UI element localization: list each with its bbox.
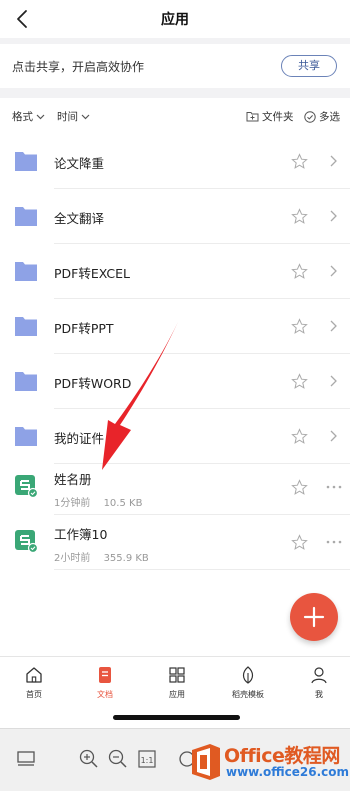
file-row[interactable]: 姓名册 1分钟前 10.5 KB: [0, 460, 350, 515]
add-fab-button[interactable]: [290, 593, 338, 641]
home-icon: [26, 667, 42, 683]
more-horizontal-icon[interactable]: [325, 534, 343, 550]
folder-name: PDF转PPT: [54, 321, 114, 336]
chevron-right-icon: [330, 430, 337, 442]
star-icon[interactable]: [291, 153, 308, 170]
multi-select-button[interactable]: 多选: [304, 109, 340, 124]
tab-apps[interactable]: 应用: [147, 665, 207, 700]
folder-icon: [15, 262, 37, 281]
time-sort-label: 时间: [57, 111, 78, 123]
watermark-url: www.office26.com: [226, 765, 350, 779]
tab-templates[interactable]: 稻壳模板: [218, 665, 278, 700]
folder-row[interactable]: PDF转WORD: [0, 354, 350, 409]
folder-plus-icon: [246, 112, 259, 122]
file-size: 10.5 KB: [103, 498, 143, 509]
file-time: 1分钟前: [54, 498, 91, 509]
leaf-icon: [242, 666, 254, 684]
layout-icon[interactable]: [15, 748, 37, 770]
folder-icon: [15, 317, 37, 336]
row-divider: [54, 569, 350, 570]
actual-size-icon[interactable]: 1:1: [136, 748, 158, 770]
folder-name: PDF转WORD: [54, 376, 132, 391]
new-folder-button[interactable]: 文件夹: [246, 109, 294, 124]
apps-grid-icon: [169, 667, 185, 683]
tab-home[interactable]: 首页: [4, 665, 64, 700]
star-icon[interactable]: [291, 208, 308, 225]
star-icon[interactable]: [291, 373, 308, 390]
folder-name: 我的证件: [54, 431, 105, 446]
folder-row[interactable]: 我的证件: [0, 409, 350, 464]
star-icon[interactable]: [291, 263, 308, 280]
folder-name: 论文降重: [54, 156, 105, 171]
tab-apps-label: 应用: [169, 690, 185, 699]
spreadsheet-icon: [15, 530, 38, 553]
folder-icon: [15, 207, 37, 226]
file-name: 姓名册: [54, 472, 92, 487]
document-icon: [99, 667, 111, 683]
chevron-down-icon: [81, 114, 90, 119]
tab-templates-label: 稻壳模板: [232, 690, 264, 699]
list-toolbar: 格式 时间 文件夹 多选: [0, 98, 350, 134]
share-button[interactable]: 共享: [281, 55, 337, 77]
folder-row[interactable]: 论文降重: [0, 134, 350, 189]
office-logo-icon: [192, 744, 220, 780]
time-sort[interactable]: 时间: [57, 109, 90, 124]
chevron-right-icon: [330, 320, 337, 332]
watermark-brand: Office教程网: [224, 745, 340, 767]
tab-me-label: 我: [315, 690, 323, 699]
check-circle-icon: [304, 110, 316, 123]
folder-name: 全文翻译: [54, 211, 105, 226]
file-list: 格式 时间 文件夹 多选 论文降重 全文翻译 PDF转EXCEL PDF转PPT…: [0, 98, 350, 656]
tab-documents-label: 文档: [97, 690, 113, 699]
folder-icon: [15, 372, 37, 391]
folder-icon: [15, 152, 37, 171]
folder-row[interactable]: PDF转EXCEL: [0, 244, 350, 299]
folder-row[interactable]: PDF转PPT: [0, 299, 350, 354]
page-title: 应用: [161, 12, 189, 28]
file-size: 355.9 KB: [103, 553, 149, 564]
chevron-right-icon: [330, 210, 337, 222]
zoom-out-icon[interactable]: [107, 748, 129, 770]
top-nav-bar: 应用: [0, 0, 350, 38]
multi-select-label: 多选: [319, 111, 340, 123]
star-icon[interactable]: [291, 479, 308, 496]
chevron-down-icon: [36, 114, 45, 119]
watermark-logo: Office教程网 www.office26.com: [186, 738, 350, 786]
chevron-right-icon: [330, 265, 337, 277]
share-prompt-text: 点击共享，开启高效协作: [12, 60, 145, 74]
home-indicator: [113, 715, 240, 720]
format-filter[interactable]: 格式: [12, 109, 45, 124]
chevron-right-icon: [330, 155, 337, 167]
folder-icon: [15, 427, 37, 446]
chevron-right-icon: [330, 375, 337, 387]
new-folder-label: 文件夹: [262, 111, 294, 123]
tab-me[interactable]: 我: [289, 665, 349, 700]
star-icon[interactable]: [291, 318, 308, 335]
file-meta: 1分钟前 10.5 KB: [54, 494, 152, 509]
plus-icon: [303, 606, 325, 628]
tab-home-label: 首页: [26, 690, 42, 699]
svg-text:1:1: 1:1: [141, 756, 154, 765]
spreadsheet-icon: [15, 475, 38, 498]
file-name: 工作簿10: [54, 527, 108, 542]
share-banner: 点击共享，开启高效协作 共享: [0, 44, 350, 88]
file-meta: 2小时前 355.9 KB: [54, 549, 159, 564]
file-row[interactable]: 工作簿10 2小时前 355.9 KB: [0, 515, 350, 570]
star-icon[interactable]: [291, 534, 308, 551]
file-time: 2小时前: [54, 553, 91, 564]
folder-row[interactable]: 全文翻译: [0, 189, 350, 244]
format-filter-label: 格式: [12, 111, 33, 123]
folder-name: PDF转EXCEL: [54, 266, 130, 281]
tab-documents[interactable]: 文档: [75, 665, 135, 700]
more-horizontal-icon[interactable]: [325, 479, 343, 495]
person-icon: [311, 667, 327, 684]
zoom-in-icon[interactable]: [78, 748, 100, 770]
star-icon[interactable]: [291, 428, 308, 445]
